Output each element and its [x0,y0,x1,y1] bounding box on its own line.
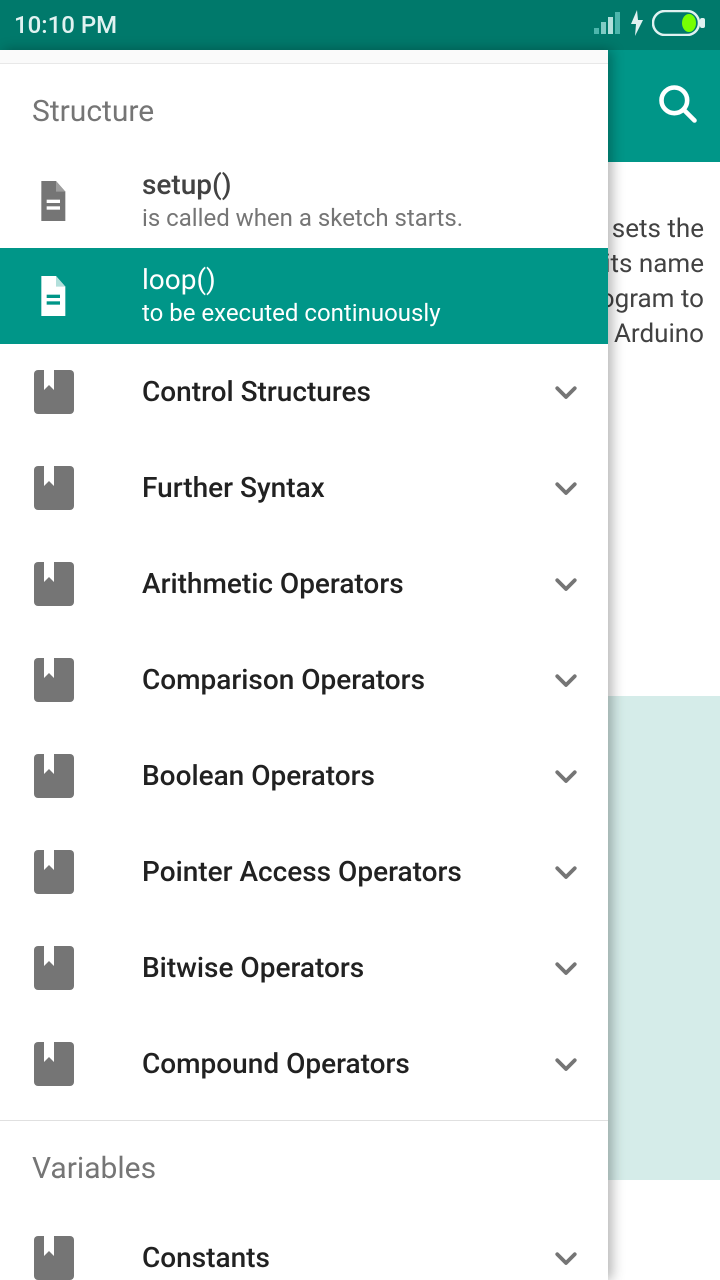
category-item-comparison-operators[interactable]: Comparison Operators [0,632,608,728]
section-header-structure: Structure [0,64,608,153]
bookmark-icon [34,466,74,510]
bookmark-icon [34,658,74,702]
category-item-compound-operators[interactable]: Compound Operators [0,1016,608,1112]
document-icon [34,276,70,316]
document-icon [34,181,70,221]
category-title: Constants [142,1241,548,1274]
section-header-variables: Variables [0,1121,608,1210]
doc-title: loop() [142,262,576,297]
chevron-down-icon[interactable] [548,857,584,887]
bookmark-icon [34,946,74,990]
chevron-down-icon[interactable] [548,953,584,983]
chevron-down-icon[interactable] [548,473,584,503]
category-item-arithmetic-operators[interactable]: Arithmetic Operators [0,536,608,632]
bookmark-icon [34,1042,74,1086]
category-item-constants[interactable]: Constants [0,1210,608,1280]
doc-subtitle: to be executed continuously [142,297,576,329]
charging-icon [630,10,644,40]
category-item-further-syntax[interactable]: Further Syntax [0,440,608,536]
category-title: Pointer Access Operators [142,855,548,888]
category-title: Arithmetic Operators [142,567,548,600]
category-title: Compound Operators [142,1047,548,1080]
category-title: Further Syntax [142,471,548,504]
category-title: Boolean Operators [142,759,548,792]
chevron-down-icon[interactable] [548,377,584,407]
chevron-down-icon[interactable] [548,665,584,695]
drawer-top-strip [0,50,608,64]
doc-subtitle: is called when a sketch starts. [142,202,576,234]
bookmark-icon [34,370,74,414]
signal-icon [594,12,622,38]
status-icons [594,10,706,40]
doc-item-setup[interactable]: setup() is called when a sketch starts. [0,153,608,248]
doc-item-loop[interactable]: loop() to be executed continuously [0,248,608,343]
status-time: 10:10 PM [14,11,117,39]
chevron-down-icon[interactable] [548,761,584,791]
chevron-down-icon[interactable] [548,569,584,599]
category-item-bitwise-operators[interactable]: Bitwise Operators [0,920,608,1016]
doc-title: setup() [142,167,576,202]
drawer-scrim[interactable] [608,50,720,1280]
chevron-down-icon[interactable] [548,1049,584,1079]
bookmark-icon [34,1236,74,1280]
category-item-pointer-access-operators[interactable]: Pointer Access Operators [0,824,608,920]
category-title: Control Structures [142,375,548,408]
bookmark-icon [34,754,74,798]
battery-icon [652,10,706,40]
bookmark-icon [34,850,74,894]
status-bar: 10:10 PM [0,0,720,50]
navigation-drawer[interactable]: Structure setup() is called when a sketc… [0,50,608,1280]
category-item-control-structures[interactable]: Control Structures [0,344,608,440]
chevron-down-icon[interactable] [548,1243,584,1273]
category-item-boolean-operators[interactable]: Boolean Operators [0,728,608,824]
category-title: Comparison Operators [142,663,548,696]
bookmark-icon [34,562,74,606]
category-title: Bitwise Operators [142,951,548,984]
